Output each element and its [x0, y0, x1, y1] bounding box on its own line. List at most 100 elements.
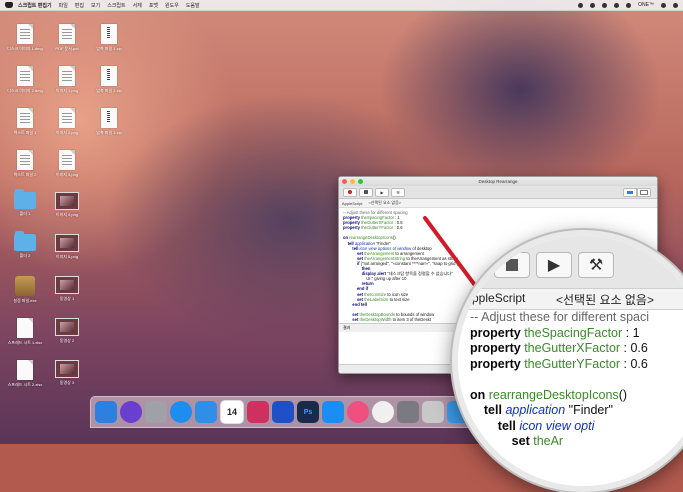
- doc-file-icon: [59, 66, 75, 86]
- wifi-icon[interactable]: [602, 2, 608, 8]
- text-line: [62, 116, 72, 117]
- desktop-icon[interactable]: 동영상 3: [46, 360, 88, 386]
- menu-edit[interactable]: 편집: [75, 2, 84, 9]
- desktop-icon[interactable]: 압축 파일 3.zip: [88, 108, 130, 136]
- code-token: to item 3 of theDeskt: [391, 316, 431, 322]
- hammer-icon: ⚒: [588, 257, 604, 274]
- code-token: : 0.6: [393, 225, 403, 231]
- volume-icon[interactable]: [614, 2, 620, 8]
- text-line: [62, 32, 72, 33]
- status-one-label[interactable]: ONE™: [638, 2, 654, 8]
- text-line: [20, 74, 30, 75]
- show-editor-button[interactable]: [623, 187, 637, 197]
- safari-icon[interactable]: [170, 401, 192, 423]
- run-button[interactable]: ▶: [375, 187, 389, 197]
- desktop-icon[interactable]: 압축 파일 1.zip: [88, 24, 130, 52]
- compile-button[interactable]: ⚒: [391, 187, 405, 197]
- text-line: [20, 116, 30, 117]
- calendar-icon[interactable]: 14: [220, 400, 244, 424]
- apple-menu-icon[interactable]: [5, 2, 13, 8]
- photos-icon[interactable]: [372, 401, 394, 423]
- menu-file[interactable]: 파일: [59, 2, 68, 9]
- white-file-icon: [17, 360, 33, 380]
- battery-icon[interactable]: [626, 2, 632, 8]
- record-icon: [348, 190, 352, 194]
- menu-list-icon[interactable]: [673, 2, 678, 8]
- photoshop-icon[interactable]: Ps: [297, 401, 319, 423]
- desktop-icon-label: 폴더 2: [19, 253, 31, 258]
- launchpad-icon[interactable]: [145, 401, 167, 423]
- menu-help[interactable]: 도움말: [186, 2, 200, 9]
- desktop-icon[interactable]: 텍스트 파일 1: [4, 108, 46, 136]
- desktop-icon[interactable]: 디스크 이미지 1.dmg: [4, 24, 46, 52]
- desktop-icon[interactable]: 폴더 2: [4, 231, 46, 259]
- desktop-icon[interactable]: 압축 파일 2.zip: [88, 66, 130, 94]
- desktop-icon[interactable]: 동영상 1: [46, 276, 88, 302]
- stop-button[interactable]: [359, 187, 373, 197]
- desktop-icon-label: 텍스트 파일 1: [13, 130, 37, 135]
- language-selector[interactable]: AppleScript: [342, 201, 362, 206]
- desktop-icon[interactable]: 이미지 1.png: [46, 66, 88, 94]
- desktop-icon[interactable]: 이미지 5.png: [46, 234, 88, 260]
- doc-file-icon: [59, 150, 75, 170]
- menu-view[interactable]: 보기: [91, 2, 100, 9]
- menu-format[interactable]: 포맷: [149, 2, 158, 9]
- desktop-icon[interactable]: 스프레드 시트 1.xlsx: [4, 318, 46, 346]
- script-editor-icon[interactable]: [422, 401, 444, 423]
- desktop-icon[interactable]: 디스크 이미지 2.dmg: [4, 66, 46, 94]
- menu-window[interactable]: 윈도우: [165, 2, 179, 9]
- desktop-icon[interactable]: 설정 파일.exe: [4, 276, 46, 304]
- finder-icon[interactable]: [95, 401, 117, 423]
- code-token: end tell: [343, 301, 367, 307]
- menu-font[interactable]: 서체: [133, 2, 142, 9]
- desktop-icon[interactable]: 폴더 1: [4, 189, 46, 217]
- doc-file-icon: [17, 150, 33, 170]
- sidebar-panel-icon: [640, 189, 648, 195]
- zoomed-compile-button: ⚒: [578, 252, 614, 278]
- window-toolbar: ▶ ⚒: [339, 186, 657, 199]
- zoomed-run-button: ▶: [536, 252, 572, 278]
- tweetbot-icon[interactable]: [195, 401, 217, 423]
- zoomed-navigation-bar: AppleScript <선택된 요소 없음>: [458, 288, 683, 310]
- speedtest-icon[interactable]: [247, 401, 269, 423]
- record-button[interactable]: [343, 187, 357, 197]
- text-line: [20, 122, 30, 123]
- code-token: property: [343, 225, 362, 231]
- desktop-icon[interactable]: PDF 문서.pdf: [46, 24, 88, 52]
- photoshop-label: Ps: [303, 408, 313, 416]
- element-selector[interactable]: <선택된 요소 없음>: [368, 200, 401, 206]
- app-store-icon[interactable]: [322, 401, 344, 423]
- search-icon[interactable]: [661, 2, 666, 8]
- stop-icon: [364, 190, 368, 194]
- siri-icon[interactable]: [120, 401, 142, 423]
- text-line: [62, 113, 72, 114]
- editor-panel-icon: [627, 190, 633, 194]
- text-line: [20, 80, 30, 81]
- desktop-icon[interactable]: 이미지 2.png: [46, 108, 88, 136]
- show-sidebar-button[interactable]: [637, 187, 651, 197]
- status-icon-1[interactable]: [578, 2, 584, 8]
- desktop-icon-label: 동영상 3: [59, 380, 75, 385]
- text-line: [62, 77, 72, 78]
- code-token: theDesktopWidth: [359, 316, 392, 322]
- window-titlebar[interactable]: Desktop Rearrange: [339, 177, 657, 186]
- firebolt-icon[interactable]: [272, 401, 294, 423]
- desktop-icon[interactable]: 이미지 3.png: [46, 150, 88, 178]
- system-preferences-icon[interactable]: [397, 401, 419, 423]
- code-line: on rearrangeDesktopIcons(): [470, 388, 649, 404]
- menu-script[interactable]: 스크립트: [107, 2, 125, 9]
- code-token: tell: [470, 418, 520, 433]
- desktop-icon[interactable]: 스프레드 시트 2.xlsx: [4, 360, 46, 388]
- desktop-icon[interactable]: 이미지 4.png: [46, 192, 88, 218]
- desktop-icon[interactable]: 텍스트 파일 2: [4, 150, 46, 178]
- folder-file-icon: [14, 189, 36, 209]
- code-token: application: [505, 403, 566, 417]
- menu-app-name[interactable]: 스크립트 편집기: [18, 2, 52, 9]
- text-line: [20, 77, 30, 78]
- desktop-icon-label: 압축 파일 3.zip: [96, 130, 122, 135]
- status-icon-2[interactable]: [590, 2, 596, 8]
- desktop-icon[interactable]: 동영상 2: [46, 318, 88, 344]
- itunes-icon[interactable]: [347, 401, 369, 423]
- code-token: -- Adjust these for different spaci: [470, 310, 650, 324]
